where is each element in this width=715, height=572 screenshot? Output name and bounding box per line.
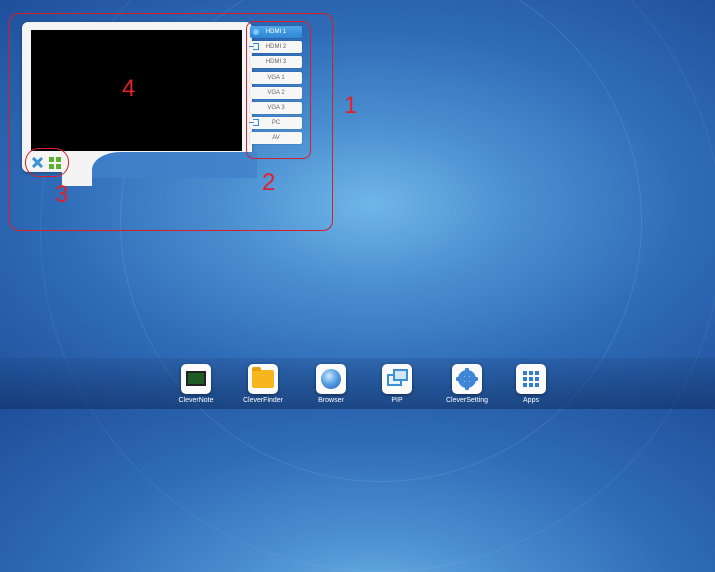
dock-item-clevernote[interactable]: CleverNote bbox=[161, 364, 231, 404]
annotation-box-2 bbox=[246, 21, 311, 159]
app-label: PIP bbox=[391, 397, 403, 404]
dock-item-cleverfinder[interactable]: CleverFinder bbox=[228, 364, 298, 404]
pip-icon bbox=[393, 369, 408, 381]
folder-icon bbox=[252, 367, 274, 388]
dock-item-browser[interactable]: Browser bbox=[296, 364, 366, 404]
apps-grid-icon bbox=[523, 371, 539, 387]
dock-item-apps[interactable]: Apps bbox=[496, 364, 566, 404]
app-tile[interactable] bbox=[316, 364, 346, 394]
app-label: CleverFinder bbox=[242, 397, 284, 404]
dock-item-cleversetting[interactable]: CleverSetting bbox=[432, 364, 502, 404]
app-tile[interactable] bbox=[248, 364, 278, 394]
gear-icon bbox=[458, 368, 476, 390]
app-label: CleverSetting bbox=[445, 397, 489, 404]
annotation-number-1: 1 bbox=[344, 92, 358, 119]
dock-item-pip[interactable]: PIP bbox=[362, 364, 432, 404]
app-tile[interactable] bbox=[452, 364, 482, 394]
app-tile[interactable] bbox=[516, 364, 546, 394]
app-tile[interactable] bbox=[382, 364, 412, 394]
app-label: CleverNote bbox=[178, 397, 214, 404]
clevernote-icon bbox=[186, 371, 206, 386]
annotation-box-3 bbox=[25, 148, 69, 177]
annotation-number-4: 4 bbox=[122, 75, 136, 102]
app-dock: CleverNote CleverFinder Browser PIP Clev… bbox=[0, 358, 715, 409]
annotation-number-3: 3 bbox=[55, 181, 69, 208]
app-tile[interactable] bbox=[181, 364, 211, 394]
annotation-number-2: 2 bbox=[262, 169, 276, 196]
app-label: Apps bbox=[523, 397, 539, 404]
browser-icon bbox=[321, 369, 341, 389]
app-label: Browser bbox=[318, 397, 344, 404]
